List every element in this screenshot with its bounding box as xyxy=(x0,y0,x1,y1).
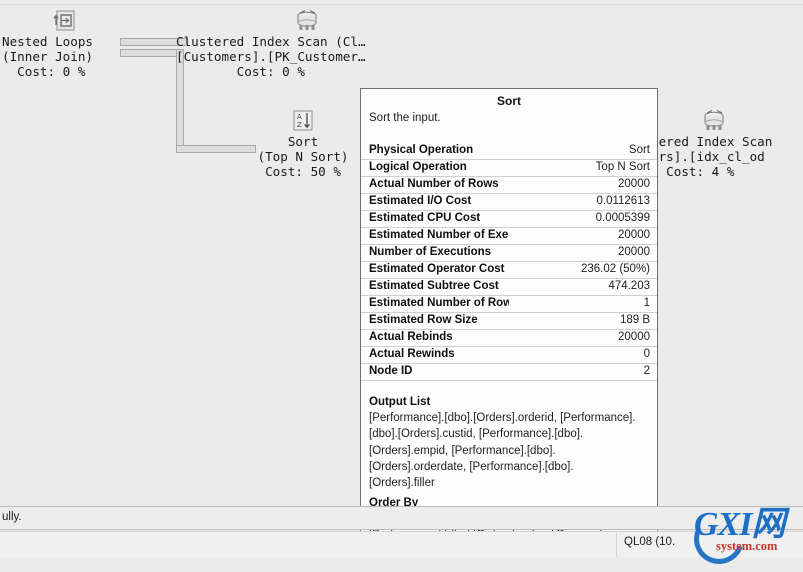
clustered-index-scan-icon xyxy=(294,9,320,33)
tooltip-text-line: [Orders].orderdate, [Performance].[dbo]. xyxy=(369,460,574,473)
tooltip-property-row: Actual Rebinds 20000 xyxy=(361,329,657,348)
plan-node-clustered-index-scan-customers[interactable]: Clustered Index Scan (Cl… [Customers].[P… xyxy=(176,9,376,79)
tooltip-property-key: Actual Rewinds xyxy=(361,346,509,365)
tooltip-property-row: Physical Operation Sort xyxy=(361,143,657,161)
tooltip-spacer xyxy=(361,124,657,143)
tooltip-property-value: 1 xyxy=(509,295,657,314)
plan-node-sort-line2: (Top N Sort) xyxy=(257,149,349,164)
tooltip-property-row: Node ID 2 xyxy=(361,363,657,382)
tooltip-property-key: Number of Executions xyxy=(361,244,509,263)
plan-node-sort[interactable]: A Z Sort (Top N Sort) Cost: 50 % xyxy=(228,109,378,179)
plan-node-orders-line1: tered Index Scan xyxy=(651,134,773,149)
nested-loops-icon xyxy=(52,9,78,33)
tooltip-property-value: 0.0112613 xyxy=(509,193,657,212)
plan-node-clustered-index-scan-orders[interactable]: tered Index Scan ers].[idx_cl_od Cost: 4… xyxy=(651,109,803,179)
plan-node-nested-loops-line3: Cost: 0 % xyxy=(2,64,86,79)
tooltip-property-value: 189 B xyxy=(509,312,657,331)
tooltip-property-table: Physical Operation Sort Logical Operation T… xyxy=(361,143,657,382)
tooltip-property-row: Estimated Subtree Cost 474.203 xyxy=(361,278,657,297)
tooltip-property-row: Actual Number of Rows 20000 xyxy=(361,176,657,195)
tooltip-property-key: Estimated I/O Cost xyxy=(361,193,509,212)
tooltip-property-key: Logical Operation xyxy=(361,159,509,178)
tooltip-property-key: Physical Operation xyxy=(361,143,509,161)
tooltip-property-key: Node ID xyxy=(361,363,509,382)
tooltip-property-value: 236.02 (50%) xyxy=(509,261,657,280)
plan-node-customers-line3: Cost: 0 % xyxy=(176,64,305,79)
tooltip-property-key: Estimated Number of Rows xyxy=(361,295,509,314)
svg-text:Z: Z xyxy=(297,121,302,129)
plan-node-orders-line3: Cost: 4 % xyxy=(651,164,735,179)
tooltip-property-value: 20000 xyxy=(509,329,657,348)
tooltip-property-row: Estimated I/O Cost 0.0112613 xyxy=(361,193,657,212)
tooltip-property-value: 0.0005399 xyxy=(509,210,657,229)
sort-icon: A Z xyxy=(290,109,316,133)
tooltip-output-list-heading: Output List xyxy=(369,396,431,409)
tooltip-property-key: Estimated Row Size xyxy=(361,312,509,331)
tooltip-property-key: Estimated CPU Cost xyxy=(361,210,509,229)
tooltip-property-row: Estimated Row Size 189 B xyxy=(361,312,657,331)
status-bar: QL08 (10. xyxy=(0,531,803,557)
tooltip-property-value: 20000 xyxy=(509,227,657,246)
tooltip-property-value: Sort xyxy=(509,143,657,161)
tooltip-property-value: 20000 xyxy=(509,176,657,195)
tooltip-property-row: Estimated CPU Cost 0.0005399 xyxy=(361,210,657,229)
tooltip-property-key: Actual Number of Rows xyxy=(361,176,509,195)
plan-node-nested-loops[interactable]: Nested Loops (Inner Join) Cost: 0 % xyxy=(0,9,166,79)
tooltip-text-line: [Orders].filler xyxy=(369,476,435,489)
plan-node-nested-loops-line1: Nested Loops xyxy=(2,34,93,49)
plan-node-sort-line3: Cost: 50 % xyxy=(265,164,341,179)
clustered-index-scan-icon xyxy=(701,109,727,133)
tooltip-property-row: Estimated Number of Rows 1 xyxy=(361,295,657,314)
tooltip-text-line: [Orders].empid, [Performance].[dbo]. xyxy=(369,444,556,457)
tooltip-property-key: Estimated Operator Cost xyxy=(361,261,509,280)
tooltip-title: Sort xyxy=(497,94,521,108)
plan-node-orders-line2: ers].[idx_cl_od xyxy=(651,149,765,164)
tooltip-text-line: [dbo].[Orders].custid, [Performance].[db… xyxy=(369,428,584,441)
tooltip-property-key: Estimated Number of Executions xyxy=(361,227,509,246)
tooltip-property-row: Logical Operation Top N Sort xyxy=(361,159,657,178)
tooltip-property-row: Number of Executions 20000 xyxy=(361,244,657,263)
tooltip-output-list-section: Output List [Performance].[dbo].[Orders]… xyxy=(361,394,657,491)
tooltip-property-row: Actual Rewinds 0 xyxy=(361,346,657,365)
plan-node-customers-line1: Clustered Index Scan (Cl… xyxy=(176,34,366,49)
plan-node-sort-line1: Sort xyxy=(287,134,319,149)
plan-node-customers-line2: [Customers].[PK_Customer… xyxy=(176,49,366,64)
results-message-bar: ully. xyxy=(0,506,803,530)
results-message-text: ully. xyxy=(2,511,22,523)
tooltip-property-value: Top N Sort xyxy=(509,159,657,178)
plan-node-nested-loops-line2: (Inner Join) xyxy=(2,49,93,64)
svg-text:A: A xyxy=(297,113,302,121)
tooltip-description: Sort the input. xyxy=(369,112,441,124)
status-bar-server-info: QL08 (10. xyxy=(624,536,676,548)
tooltip-property-key: Estimated Subtree Cost xyxy=(361,278,509,297)
status-bar-divider xyxy=(616,533,617,557)
tooltip-text-line: [Performance].[dbo].[Orders].orderid, [P… xyxy=(369,412,636,425)
tooltip-property-row: Estimated Number of Executions20000 xyxy=(361,227,657,246)
tooltip-property-value: 0 xyxy=(509,346,657,365)
tooltip-property-key: Actual Rebinds xyxy=(361,329,509,348)
tooltip-property-value: 20000 xyxy=(509,244,657,263)
tooltip-property-row: Estimated Operator Cost 236.02 (50%) xyxy=(361,261,657,280)
tooltip-property-value: 474.203 xyxy=(509,278,657,297)
operator-tooltip: Sort Sort the input. Physical Operation S… xyxy=(360,88,658,557)
tooltip-property-value: 2 xyxy=(509,363,657,382)
